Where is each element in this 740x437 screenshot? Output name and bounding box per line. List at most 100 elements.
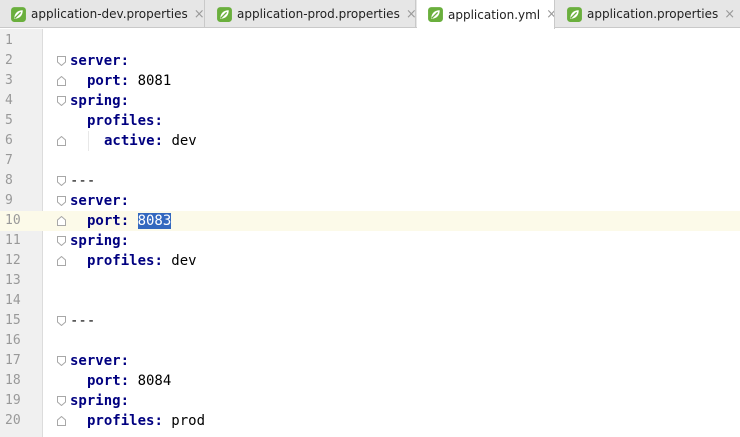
fold-marker-icon[interactable] (57, 96, 66, 106)
line-number: 11 (5, 233, 21, 248)
spring-leaf-icon (11, 6, 26, 22)
yaml-separator: : (120, 193, 130, 209)
line-number: 10 (0, 211, 42, 231)
line-number: 4 (5, 93, 13, 108)
selected-value: 8083 (137, 213, 172, 229)
line-number: 20 (5, 413, 21, 428)
line-number: 3 (5, 73, 13, 88)
code-text: spring: (70, 91, 129, 111)
line-number: 19 (5, 393, 21, 408)
code-line[interactable]: 9 server: (0, 191, 740, 211)
yaml-value: dev (171, 133, 197, 149)
yaml-separator: : (154, 133, 172, 149)
code-editor[interactable]: 1 2 server: 3 port: 8081 4 spring: 5 profiles: 6 a… (0, 29, 740, 437)
tab-application-yml[interactable]: application.yml × (417, 0, 555, 29)
code-line[interactable]: 16 (0, 331, 740, 351)
code-text: server: (70, 351, 129, 371)
yaml-key: server (70, 353, 121, 369)
code-text: port: 8084 (87, 371, 171, 391)
code-line[interactable]: 5 profiles: (0, 111, 740, 131)
yaml-key: profiles (87, 253, 155, 269)
line-number: 9 (5, 193, 13, 208)
code-text: port: 8081 (87, 71, 171, 91)
line-number: 18 (5, 373, 21, 388)
yaml-separator: : (120, 213, 138, 229)
document-separator: --- (70, 313, 96, 329)
code-line[interactable]: 19 spring: (0, 391, 740, 411)
yaml-key: spring (70, 233, 121, 249)
fold-marker-icon[interactable] (57, 196, 66, 206)
tab-application-prod-properties[interactable]: application-prod.properties × (206, 0, 416, 28)
code-line[interactable]: 4 spring: (0, 91, 740, 111)
fold-marker-icon[interactable] (57, 136, 66, 146)
code-text: server: (70, 191, 129, 211)
line-number: 13 (5, 273, 21, 288)
close-icon[interactable]: × (194, 8, 204, 21)
code-text: profiles: dev (87, 251, 197, 271)
fold-marker-icon[interactable] (57, 316, 66, 326)
yaml-separator: : (120, 73, 138, 89)
fold-marker-icon[interactable] (57, 356, 66, 366)
fold-marker-icon[interactable] (57, 396, 66, 406)
code-text: spring: (70, 231, 129, 251)
yaml-key: port (87, 213, 121, 229)
spring-leaf-icon (567, 6, 582, 22)
code-line[interactable]: 14 (0, 291, 740, 311)
yaml-key: server (70, 193, 121, 209)
code-line[interactable]: 8 --- (0, 171, 740, 191)
yaml-separator: : (120, 53, 130, 69)
line-number: 15 (5, 313, 21, 328)
code-text: spring: (70, 391, 129, 411)
line-number: 12 (5, 253, 21, 268)
yaml-separator: : (154, 413, 172, 429)
line-number: 5 (5, 113, 13, 128)
yaml-separator: : (120, 233, 130, 249)
line-number: 7 (5, 153, 13, 168)
line-number: 8 (5, 173, 13, 188)
spring-leaf-icon (428, 7, 443, 22)
code-line[interactable]: 10 port: 8083 (0, 211, 740, 231)
code-line[interactable]: 3 port: 8081 (0, 71, 740, 91)
fold-marker-icon[interactable] (57, 236, 66, 246)
code-text: port: 8083 (87, 211, 172, 231)
fold-marker-icon[interactable] (57, 76, 66, 86)
close-icon[interactable]: × (406, 8, 415, 21)
fold-marker-icon[interactable] (57, 176, 66, 186)
yaml-key: active (104, 133, 155, 149)
yaml-key: port (87, 73, 121, 89)
code-text: --- (70, 171, 95, 191)
close-icon[interactable]: × (724, 8, 735, 21)
document-separator: --- (70, 173, 96, 189)
code-line[interactable]: 15 --- (0, 311, 740, 331)
fold-marker-icon[interactable] (57, 256, 66, 266)
code-line[interactable]: 6 active: dev (0, 131, 740, 151)
tab-application-properties[interactable]: application.properties × (556, 0, 740, 28)
close-icon[interactable]: × (546, 8, 554, 21)
code-text: active: dev (104, 131, 197, 151)
tab-label: application.properties (587, 7, 719, 21)
line-number: 2 (5, 53, 13, 68)
line-number: 14 (5, 293, 21, 308)
yaml-separator: : (120, 353, 130, 369)
tab-label: application-dev.properties (31, 7, 188, 21)
code-line[interactable]: 1 (0, 31, 740, 51)
yaml-separator: : (154, 253, 172, 269)
code-line[interactable]: 11 spring: (0, 231, 740, 251)
editor-tab-bar: application-dev.properties × application… (0, 0, 740, 29)
line-number: 17 (5, 353, 21, 368)
tab-application-dev-properties[interactable]: application-dev.properties × (0, 0, 205, 28)
tab-label: application.yml (448, 7, 541, 22)
fold-marker-icon[interactable] (57, 416, 66, 426)
fold-marker-icon[interactable] (57, 216, 66, 226)
fold-marker-icon[interactable] (57, 56, 66, 66)
yaml-value: 8081 (137, 73, 172, 89)
yaml-key: port (87, 373, 121, 389)
code-line[interactable]: 7 (0, 151, 740, 171)
code-line[interactable]: 18 port: 8084 (0, 371, 740, 391)
code-line[interactable]: 12 profiles: dev (0, 251, 740, 271)
code-line[interactable]: 17 server: (0, 351, 740, 371)
code-line[interactable]: 20 profiles: prod (0, 411, 740, 431)
code-text: server: (70, 51, 129, 71)
code-line[interactable]: 2 server: (0, 51, 740, 71)
code-line[interactable]: 13 (0, 271, 740, 291)
